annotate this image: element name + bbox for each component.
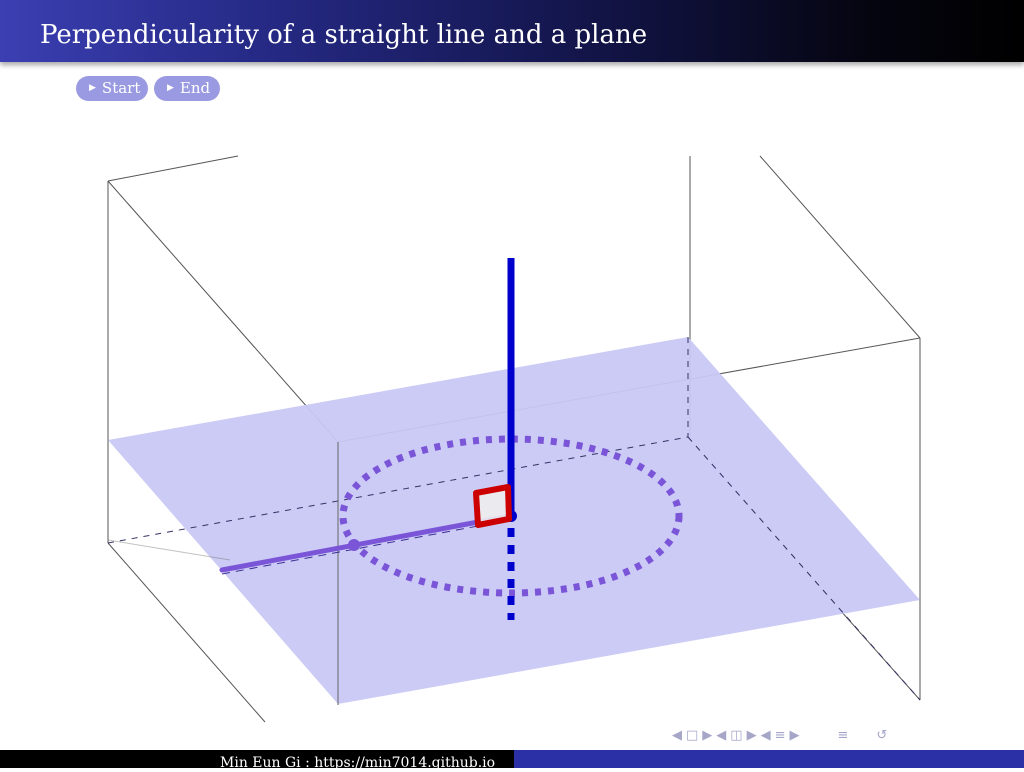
nav-frame-icon[interactable]: □ [686, 728, 698, 743]
nav-slide-right-icon[interactable]: ▶ [702, 728, 712, 743]
nav-subsection-left-icon[interactable]: ◀ [716, 728, 726, 743]
footer-right-panel [514, 750, 1024, 768]
in-plane-point [348, 539, 360, 551]
nav-subsection-icon[interactable]: ◫ [730, 728, 742, 743]
right-angle-marker [473, 484, 512, 528]
slide-navigation: ◀ □ ▶ ◀ ◫ ▶ ◀ ≡ ▶ ≡ ↺ [670, 725, 889, 745]
nav-section-icon[interactable]: ≡ [775, 728, 786, 743]
nav-subsection-right-icon[interactable]: ▶ [747, 728, 757, 743]
3d-scene[interactable] [0, 0, 1024, 768]
nav-section-right-icon[interactable]: ▶ [790, 728, 800, 743]
nav-slide-left-icon[interactable]: ◀ [672, 728, 682, 743]
nav-section-list-icon[interactable]: ≡ [838, 728, 849, 743]
nav-section-left-icon[interactable]: ◀ [761, 728, 771, 743]
footer-author-url: Min Eun Gi : https://min7014.github.io [220, 755, 496, 771]
slide-footer: Min Eun Gi : https://min7014.github.io [0, 750, 1024, 771]
nav-search-icon[interactable]: ↺ [876, 728, 887, 743]
footer-left-panel: Min Eun Gi : https://min7014.github.io [0, 750, 514, 771]
